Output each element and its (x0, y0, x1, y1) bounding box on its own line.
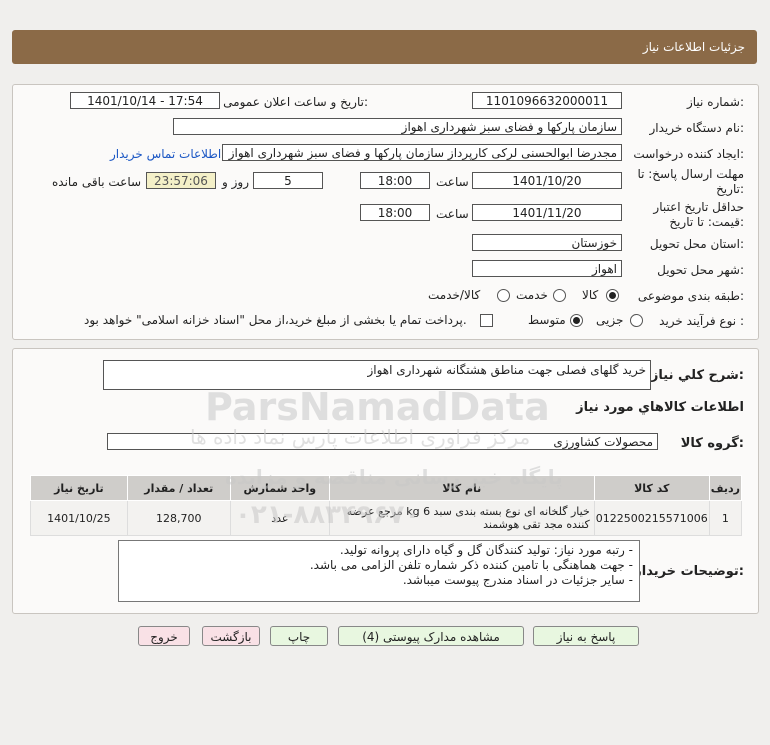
city-field: اهواز (472, 260, 622, 277)
process-medium-label: متوسط (528, 313, 566, 327)
treasury-checkbox[interactable] (480, 314, 493, 327)
process-partial-label: جزیی (596, 313, 624, 327)
page-title: جزئیات اطلاعات نیاز (642, 40, 745, 54)
days-field: 5 (253, 172, 323, 189)
reply-time-label: ساعت (436, 175, 469, 189)
cell-row: 1 (708, 500, 743, 536)
reply-time-field: 18:00 (360, 172, 430, 189)
need-number-field: 1101096632000011 (472, 92, 622, 109)
table-row: 1401/10/25 128,700 عدد خیار گلخانه ای نو… (30, 500, 743, 536)
validity-label-2: قیمت: تا تاریخ: (669, 215, 744, 229)
remaining-time-field: 23:57:06 (146, 172, 216, 189)
cell-unit: عدد (229, 500, 330, 536)
buyer-notes-box: - رتبه مورد نیاز: تولید کنندگان گل و گیا… (118, 540, 640, 602)
col-date: تاریخ نیاز (30, 475, 128, 501)
exit-button[interactable]: خروج (138, 626, 190, 646)
announce-field: 1401/10/14 - 17:54 (70, 92, 220, 109)
treasury-note: پرداخت تمام یا بخشی از مبلغ خرید،از محل … (84, 313, 467, 327)
process-label: نوع فرآیند خرید : (659, 314, 744, 328)
col-code: کد کالا (593, 475, 710, 501)
buyer-org-label: نام دستگاه خریدار: (649, 121, 745, 135)
creator-label: ایجاد کننده درخواست: (633, 147, 744, 161)
goods-group-label: گروه کالا: (680, 436, 744, 451)
reply-date-field: 1401/10/20 (472, 172, 622, 189)
buyer-notes-label: توضیحات خریدار: (634, 564, 744, 579)
validity-label: حداقل تاریخ اعتبار (653, 200, 744, 214)
summary-field: خرید گلهای فصلی جهت مناطق هشتگانه شهردار… (103, 360, 651, 390)
col-row: ردیف (708, 475, 743, 501)
need-number-label: شماره نیاز: (686, 95, 744, 109)
category-service-label: خدمت (516, 288, 548, 302)
category-service-radio[interactable] (553, 289, 566, 302)
province-field: خوزستان (472, 234, 622, 251)
announce-label: تاریخ و ساعت اعلان عمومی: (223, 95, 368, 109)
col-qty: تعداد / مقدار (126, 475, 231, 501)
remaining-label: ساعت باقی مانده (52, 175, 142, 189)
reply-deadline-label: مهلت ارسال پاسخ: تا (637, 167, 744, 181)
buyer-contact-link[interactable]: اطلاعات تماس خریدار (110, 147, 221, 161)
cell-code: 0122500215571006 (593, 500, 710, 536)
validity-time-label: ساعت (436, 207, 469, 221)
reply-button[interactable]: پاسخ به نیاز (533, 626, 639, 646)
category-goods-label: کالا (582, 288, 599, 302)
category-goods-radio[interactable] (606, 289, 619, 302)
cell-date: 1401/10/25 (30, 500, 128, 536)
days-label: روز و (222, 175, 249, 189)
note-line: - جهت هماهنگی با تامین کننده ذکر شماره ت… (309, 558, 633, 572)
goods-table: تاریخ نیاز تعداد / مقدار واحد شمارش نام … (30, 475, 743, 536)
note-line: - رتبه مورد نیاز: تولید کنندگان گل و گیا… (339, 543, 633, 557)
goods-info-title: اطلاعات کالاهاي مورد نياز (576, 400, 744, 415)
cell-name: خیار گلخانه ای نوع بسته بندی سبد 6 kg مر… (328, 500, 595, 536)
province-label: استان محل تحویل: (649, 237, 744, 251)
category-both-label: کالا/خدمت (428, 288, 481, 302)
buyer-org-field: سازمان پارکها و فضای سبز شهرداری اهواز (173, 118, 622, 135)
process-medium-radio[interactable] (570, 314, 583, 327)
category-both-radio[interactable] (497, 289, 510, 302)
col-name: نام کالا (328, 475, 595, 501)
process-partial-radio[interactable] (630, 314, 643, 327)
print-button[interactable]: چاپ (270, 626, 328, 646)
note-line: - سایر جزئیات در اسناد مندرج پیوست میباش… (402, 573, 633, 587)
summary-label: شرح کلي نياز: (650, 368, 744, 383)
validity-date-field: 1401/11/20 (472, 204, 622, 221)
creator-field: مجدرضا ابوالحسنی لرکی کارپرداز سازمان پا… (222, 144, 622, 161)
page-header: جزئیات اطلاعات نیاز (12, 30, 757, 64)
category-label: طبقه بندی موضوعی: (637, 289, 744, 303)
attachments-button[interactable]: مشاهده مدارک پیوستی (4) (338, 626, 524, 646)
back-button[interactable]: بازگشت (202, 626, 260, 646)
goods-group-field: محصولات کشاورزی (107, 433, 658, 450)
validity-time-field: 18:00 (360, 204, 430, 221)
cell-qty: 128,700 (126, 500, 231, 536)
reply-deadline-label-2: تاریخ: (716, 182, 744, 196)
col-unit: واحد شمارش (229, 475, 330, 501)
city-label: شهر محل تحویل: (657, 263, 744, 277)
